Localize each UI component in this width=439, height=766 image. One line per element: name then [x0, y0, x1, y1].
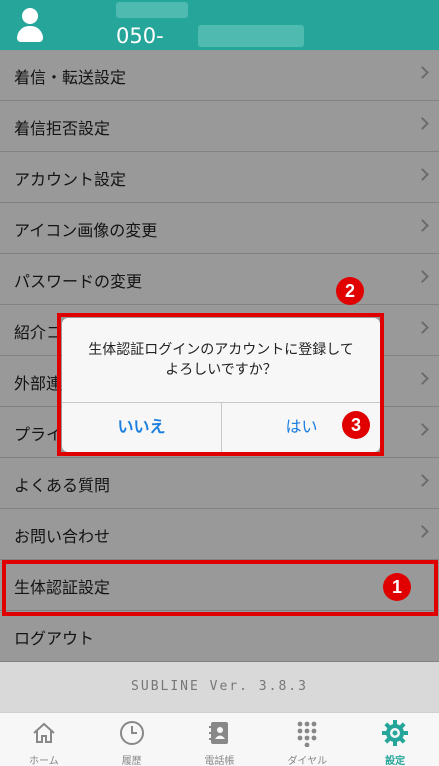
annotation-badge-3: 3	[342, 411, 370, 439]
annotation-badge-1: 1	[383, 573, 411, 601]
dialog-message-line1: 生体認証ログインのアカウントに登録して	[88, 342, 354, 358]
tab-label: ホーム	[29, 756, 59, 766]
tab-home[interactable]: ホーム	[0, 713, 88, 766]
confirm-dialog: 生体認証ログインのアカウントに登録して よろしいですか？ いいえ はい	[62, 318, 380, 452]
clock-icon	[119, 721, 144, 745]
tab-settings[interactable]: 設定	[351, 713, 439, 766]
tab-contacts[interactable]: 電話帳	[176, 713, 264, 766]
account-name-redacted	[116, 2, 188, 18]
gear-icon	[382, 720, 409, 746]
tab-history[interactable]: 履歴	[88, 713, 176, 766]
version-label: SUBLINE Ver. 3.8.3	[0, 662, 439, 712]
annotation-badge-2: 2	[336, 277, 364, 305]
tab-label: 履歴	[121, 756, 142, 766]
keypad-icon	[297, 721, 317, 747]
header: 050-	[0, 0, 439, 50]
dialog-message: 生体認証ログインのアカウントに登録して よろしいですか？	[62, 340, 380, 380]
phone-number: 050-	[116, 24, 164, 48]
avatar-icon[interactable]	[14, 8, 46, 44]
home-icon	[33, 722, 55, 743]
tab-bar: ホーム 履歴 電話帳 ダイヤル 設定	[0, 712, 439, 766]
no-button[interactable]: いいえ	[62, 402, 221, 452]
phone-number-redacted	[198, 25, 304, 47]
tab-label: 設定	[385, 756, 406, 766]
tab-dial[interactable]: ダイヤル	[263, 713, 351, 766]
contacts-icon	[209, 722, 229, 744]
tab-label: ダイヤル	[287, 756, 328, 766]
tab-label: 電話帳	[204, 756, 235, 766]
dialog-message-line2: よろしいですか？	[165, 362, 277, 378]
